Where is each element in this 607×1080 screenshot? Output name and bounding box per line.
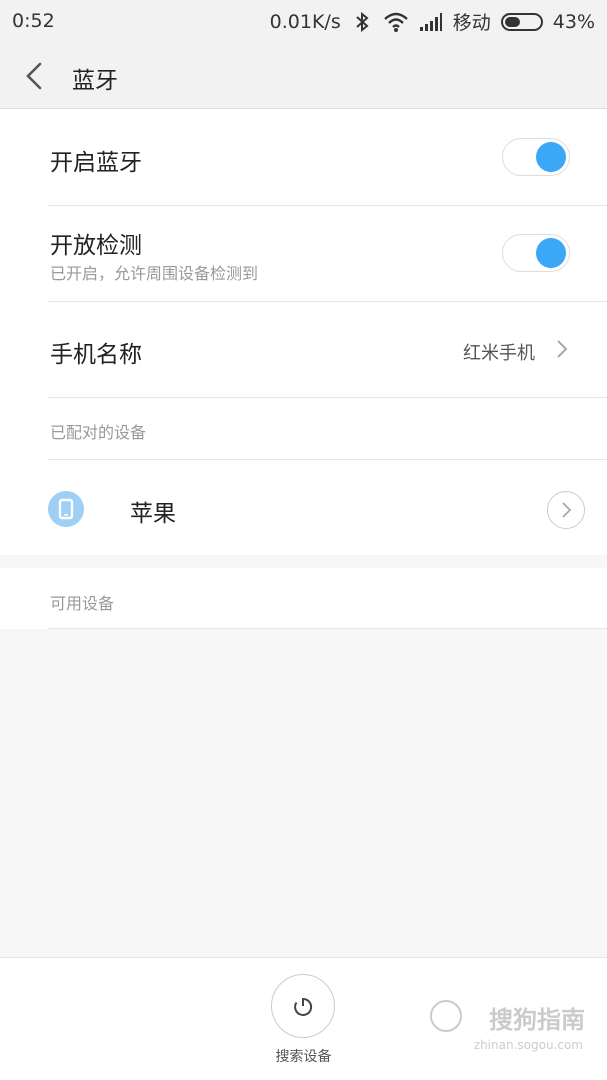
visibility-toggle-subtitle: 已开启，允许周围设备检测到 bbox=[50, 264, 259, 283]
paired-section-label: 已配对的设备 bbox=[50, 423, 147, 442]
visibility-toggle-row[interactable]: 开放检测 已开启，允许周围设备检测到 bbox=[48, 205, 607, 302]
battery-icon bbox=[500, 12, 543, 31]
bluetooth-toggle-row[interactable]: 开启蓝牙 bbox=[48, 109, 607, 206]
status-right: 0.01K/s 移动 43% bbox=[270, 8, 595, 35]
watermark-text: 搜狗指南 bbox=[489, 1006, 585, 1034]
paired-device-row[interactable]: 苹果 bbox=[48, 460, 607, 555]
search-devices-button[interactable] bbox=[271, 974, 335, 1038]
status-bar: 0:52 0.01K/s 移动 43% bbox=[0, 0, 607, 44]
device-name-row[interactable]: 手机名称 红米手机 bbox=[48, 301, 607, 398]
paired-device-name: 苹果 bbox=[130, 501, 176, 527]
device-name-value: 红米手机 bbox=[463, 343, 535, 364]
status-time: 0:52 bbox=[12, 10, 55, 32]
phone-icon bbox=[48, 491, 84, 527]
toggle-knob bbox=[536, 142, 566, 172]
visibility-toggle-label: 开放检测 bbox=[50, 233, 142, 259]
paired-section-header: 已配对的设备 bbox=[48, 397, 607, 460]
divider bbox=[48, 628, 607, 629]
watermark-url: zhinan.sogou.com bbox=[473, 1038, 583, 1052]
status-battery-percent: 43% bbox=[552, 10, 595, 33]
device-name-label: 手机名称 bbox=[50, 342, 142, 368]
bluetooth-toggle[interactable] bbox=[502, 138, 570, 176]
chevron-left-icon[interactable] bbox=[20, 58, 52, 94]
settings-card: 开启蓝牙 开放检测 已开启，允许周围设备检测到 手机名称 红米手机 已配对的设备 bbox=[0, 109, 607, 555]
bluetooth-toggle-label: 开启蓝牙 bbox=[50, 150, 142, 176]
watermark-logo-icon bbox=[430, 1000, 462, 1032]
status-carrier: 移动 bbox=[452, 12, 491, 34]
page-title: 蓝牙 bbox=[72, 68, 118, 94]
available-section-header: 可用设备 bbox=[0, 568, 607, 629]
bluetooth-icon bbox=[356, 11, 369, 32]
wifi-icon bbox=[383, 12, 408, 32]
title-bar: 蓝牙 bbox=[0, 44, 607, 109]
refresh-icon bbox=[294, 997, 313, 1016]
bluetooth-settings-screen: 0:52 0.01K/s 移动 43% 蓝牙 开启蓝牙 开放检测 已开启，允许周… bbox=[0, 0, 607, 1080]
signal-icon bbox=[419, 12, 442, 31]
toggle-knob bbox=[536, 238, 566, 268]
device-detail-button[interactable] bbox=[547, 491, 585, 529]
chevron-right-icon bbox=[557, 340, 568, 358]
visibility-toggle[interactable] bbox=[502, 234, 570, 272]
available-section-label: 可用设备 bbox=[50, 594, 115, 613]
chevron-right-icon bbox=[562, 502, 572, 518]
status-net-speed: 0.01K/s bbox=[269, 10, 341, 33]
